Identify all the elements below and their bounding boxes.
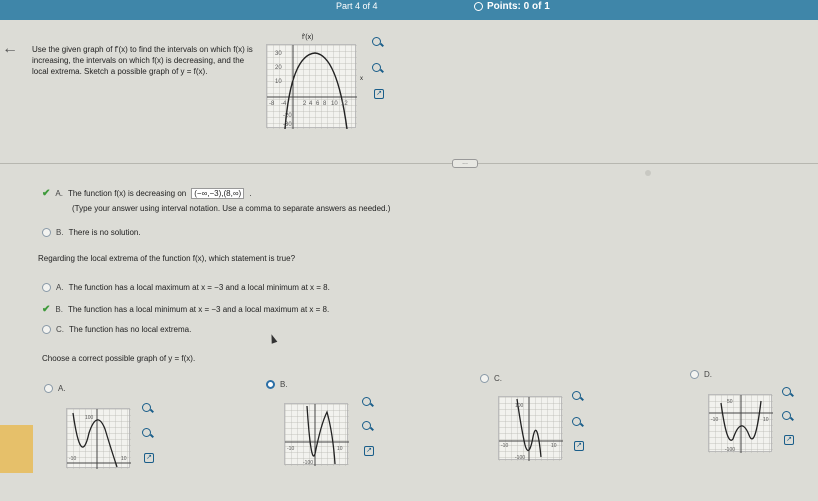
more-dots-icon[interactable]: ... [452, 159, 478, 168]
graph-thumbnail-c[interactable]: 100 -10 10 -100 [498, 396, 563, 461]
x-axis-label: x [360, 76, 363, 82]
option-letter: B. [56, 228, 64, 237]
graph-d-svg: 50 -10 10 -100 [709, 395, 773, 453]
magnify-plus-icon[interactable] [372, 37, 381, 46]
answer-input[interactable]: (−∞,−3),(8,∞) [191, 188, 245, 199]
option-letter: A. [58, 384, 66, 393]
option-text: The function has a local maximum at x = … [68, 283, 330, 292]
external-link-icon[interactable]: ↗ [574, 441, 584, 451]
option-letter: C. [494, 374, 502, 383]
graph-option-c[interactable]: C. [480, 374, 502, 383]
extrema-option-b[interactable]: ✔ B. The function has a local minimum at… [42, 304, 329, 315]
graph-option-a[interactable]: A. [44, 384, 66, 393]
radio-button-selected[interactable] [266, 380, 275, 389]
part-indicator: Part 4 of 4 [336, 1, 378, 11]
tick-label: 10 [275, 79, 282, 85]
tick-label: -10 [501, 443, 508, 449]
magnify-minus-icon[interactable] [142, 428, 151, 437]
tick-label: -30 [283, 122, 292, 128]
tick-label: 100 [515, 403, 524, 409]
external-link-icon[interactable]: ↗ [144, 453, 154, 463]
magnify-minus-icon[interactable] [372, 63, 381, 72]
graph-thumbnail-b[interactable]: -10 10 -100 [284, 403, 349, 466]
graph-a-svg: 100 -10 10 [67, 409, 131, 469]
radio-button[interactable] [42, 228, 51, 237]
tick-label: -100 [725, 447, 735, 453]
tick-label: -10 [711, 417, 718, 423]
tick-label: 30 [275, 51, 282, 57]
tick-label: 10 [551, 443, 557, 449]
magnify-minus-icon[interactable] [362, 421, 371, 430]
tick-label: -10 [69, 456, 76, 462]
graph-c-svg: 100 -10 10 -100 [499, 397, 563, 461]
option-letter: D. [704, 370, 712, 379]
option-text: There is no solution. [68, 228, 141, 237]
tick-label: 10 [763, 417, 769, 423]
radio-button[interactable] [42, 283, 51, 292]
period: . [249, 189, 252, 198]
tick-label: -100 [303, 460, 313, 466]
tick-label: -4 [281, 101, 287, 107]
given-derivative-graph[interactable]: 30 20 10 -8 -4 2 4 6 8 10 12 -20 -30 [266, 44, 357, 130]
radio-button[interactable] [44, 384, 53, 393]
points-indicator: Points: 0 of 1 [474, 1, 550, 12]
magnify-plus-icon[interactable] [572, 391, 581, 400]
extrema-option-c[interactable]: C. The function has no local extrema. [42, 325, 191, 334]
external-link-icon[interactable]: ↗ [374, 89, 384, 99]
tick-label: 10 [331, 101, 338, 107]
points-text: Points: 0 of 1 [487, 1, 550, 12]
magnify-plus-icon[interactable] [142, 403, 151, 412]
graph-thumbnail-a[interactable]: 100 -10 10 [66, 408, 131, 469]
tick-label: -100 [515, 455, 525, 461]
graph-b-svg: -10 10 -100 [285, 404, 349, 466]
option-letter: B. [280, 380, 288, 389]
external-link-icon[interactable]: ↗ [784, 435, 794, 445]
option-text: The function f(x) is decreasing on [67, 189, 187, 198]
tick-label: 10 [121, 456, 127, 462]
graph-option-b[interactable]: B. [266, 380, 288, 389]
radio-button[interactable] [42, 325, 51, 334]
radio-button[interactable] [480, 374, 489, 383]
derivative-graph-svg: 30 20 10 -8 -4 2 4 6 8 10 12 -20 -30 [267, 45, 357, 130]
option-text: The function has a local minimum at x = … [67, 305, 330, 314]
tick-label: 12 [341, 101, 348, 107]
side-tab[interactable] [0, 425, 33, 473]
tick-label: 50 [727, 399, 733, 405]
tick-label: -8 [269, 101, 275, 107]
radio-button[interactable] [690, 370, 699, 379]
section-divider [0, 163, 818, 164]
tick-label: -10 [287, 446, 294, 452]
magnify-plus-icon[interactable] [782, 387, 791, 396]
tick-label: 20 [275, 65, 282, 71]
magnify-minus-icon[interactable] [572, 417, 581, 426]
tick-label: 10 [337, 446, 343, 452]
magnify-minus-icon[interactable] [782, 411, 791, 420]
answer-hint: (Type your answer using interval notatio… [72, 204, 391, 213]
external-link-icon[interactable]: ↗ [364, 446, 374, 456]
graph-choice-prompt: Choose a correct possible graph of y = f… [42, 354, 196, 363]
decorative-dot [645, 170, 651, 176]
option-letter: B. [55, 305, 63, 314]
points-circle-icon [474, 2, 483, 11]
graph-thumbnail-d[interactable]: 50 -10 10 -100 [708, 394, 773, 453]
back-arrow-icon[interactable]: ← [2, 40, 18, 58]
option-decreasing-a[interactable]: ✔ A. The function f(x) is decreasing on … [42, 188, 251, 199]
tick-label: -20 [283, 113, 292, 119]
check-icon: ✔ [42, 304, 51, 315]
option-letter: C. [56, 325, 64, 334]
extrema-prompt: Regarding the local extrema of the funct… [38, 254, 296, 263]
option-letter: A. [55, 189, 63, 198]
check-icon: ✔ [42, 188, 51, 199]
option-no-solution[interactable]: B. There is no solution. [42, 228, 141, 237]
tick-label: 100 [85, 415, 94, 421]
graph-option-d[interactable]: D. [690, 370, 712, 379]
derivative-label: f'(x) [302, 34, 314, 41]
mouse-cursor [268, 333, 278, 344]
extrema-option-a[interactable]: A. The function has a local maximum at x… [42, 283, 330, 292]
top-bar: Part 4 of 4 Points: 0 of 1 [0, 0, 818, 20]
option-letter: A. [56, 283, 64, 292]
question-text: Use the given graph of f'(x) to find the… [32, 45, 253, 76]
magnify-plus-icon[interactable] [362, 397, 371, 406]
option-text: The function has no local extrema. [69, 325, 192, 334]
